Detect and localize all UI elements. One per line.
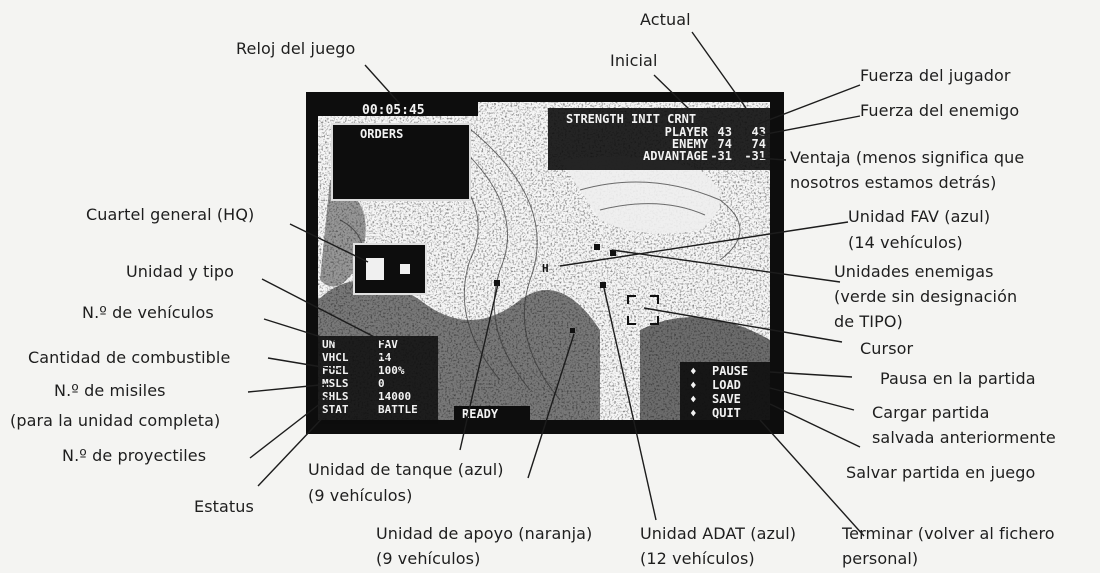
label-support-unit-line2: (9 vehículos): [376, 549, 481, 568]
label-tank-unit-line1: Unidad de tanque (azul): [308, 460, 504, 479]
label-enemy-strength: Fuerza del enemigo: [860, 101, 1020, 120]
label-player-strength: Fuerza del jugador: [860, 66, 1011, 85]
label-unit-type: Unidad y tipo: [126, 262, 235, 281]
label-fuel: Cantidad de combustible: [28, 348, 231, 367]
orders-label: ORDERS: [360, 127, 403, 141]
unit-stat-value: 0: [378, 377, 385, 390]
label-support-unit-line1: Unidad de apoyo (naranja): [376, 524, 593, 543]
unit-stat-value: BATTLE: [378, 403, 418, 416]
label-pause: Pausa en la partida: [880, 369, 1036, 388]
strength-row-crnt: -31: [744, 149, 766, 163]
label-missiles-line1: N.º de misiles: [54, 381, 166, 400]
label-fav-unit-line2: (14 vehículos): [848, 233, 963, 252]
menu-bullet-icon: ♦: [690, 407, 697, 420]
unit-stat-value: 14000: [378, 390, 411, 403]
label-enemy-units-line1: Unidades enemigas: [834, 262, 994, 281]
game-screen: 00:05:45 ORDERS STRENGTH INIT CRNT PLAYE…: [306, 92, 784, 434]
menu-bullet-icon: ♦: [690, 379, 697, 392]
label-enemy-units-line3: de TIPO): [834, 312, 903, 331]
hq-marker-icon: [400, 264, 410, 274]
unit-stat-key: VHCL: [322, 351, 349, 364]
enemy-unit-icon: [594, 244, 600, 250]
label-save: Salvar partida en juego: [846, 463, 1036, 482]
hq-unit-icon: [366, 258, 384, 280]
label-advantage-line2: nosotros estamos detrás): [790, 173, 997, 192]
menu-item-load: LOAD: [712, 378, 741, 392]
label-load-line2: salvada anteriormente: [872, 428, 1056, 447]
label-shells: N.º de proyectiles: [62, 446, 207, 465]
unit-stat-key: FUEL: [322, 364, 349, 377]
label-fav-unit-line1: Unidad FAV (azul): [848, 207, 991, 226]
menu-item-quit: QUIT: [712, 406, 741, 420]
hq-box: [353, 243, 427, 295]
label-actual: Actual: [640, 10, 691, 29]
menu-bullet-icon: ♦: [690, 393, 697, 406]
strength-row-init: -31: [710, 149, 732, 163]
label-load-line1: Cargar partida: [872, 403, 990, 422]
label-adat-unit-line1: Unidad ADAT (azul): [640, 524, 797, 543]
adat-unit-icon: [600, 282, 606, 288]
label-adat-unit-line2: (12 vehículos): [640, 549, 755, 568]
label-status: Estatus: [194, 497, 254, 516]
label-tank-unit-line2: (9 vehículos): [308, 486, 413, 505]
strength-row-name: ADVANTAGE: [643, 149, 708, 163]
fav-unit-icon: H: [542, 262, 549, 275]
label-cursor: Cursor: [860, 339, 914, 358]
label-quit-line2: personal): [842, 549, 919, 568]
label-advantage-line1: Ventaja (menos significa que: [790, 148, 1025, 167]
unit-stat-key: MSLS: [322, 377, 349, 390]
game-clock: 00:05:45: [362, 103, 425, 118]
label-enemy-units-line2: (verde sin designación: [834, 287, 1018, 306]
label-vehicle-count: N.º de vehículos: [82, 303, 214, 322]
unit-stat-value: 100%: [378, 364, 405, 377]
strength-header: STRENGTH INIT CRNT: [566, 112, 696, 126]
support-unit-icon: [570, 328, 575, 333]
label-hq: Cuartel general (HQ): [86, 205, 255, 224]
label-quit-line1: Terminar (volver al fichero: [842, 524, 1055, 543]
label-game-clock: Reloj del juego: [236, 39, 356, 58]
label-inicial: Inicial: [610, 51, 658, 70]
menu-item-save: SAVE: [712, 392, 741, 406]
menu-item-pause: PAUSE: [712, 364, 748, 378]
tank-unit-icon: [494, 280, 500, 286]
label-missiles-line2: (para la unidad completa): [10, 411, 221, 430]
unit-stat-key: SHLS: [322, 390, 349, 403]
menu-bullet-icon: ♦: [690, 365, 697, 378]
